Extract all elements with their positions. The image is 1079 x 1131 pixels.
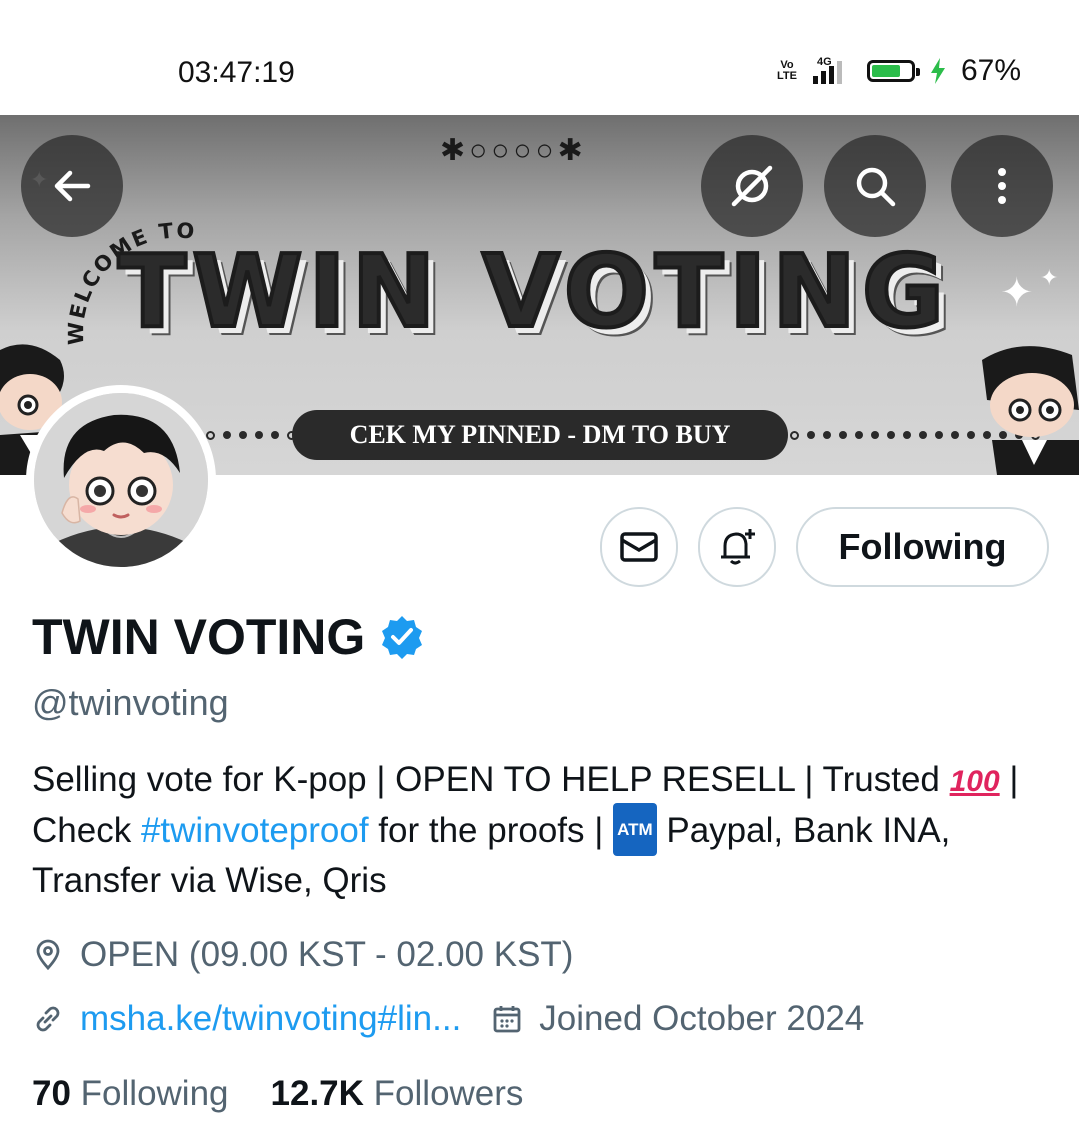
calendar-icon [493,1006,521,1033]
profile-avatar[interactable] [26,385,216,575]
location-pin-icon [36,939,60,971]
following-label: Following [80,1074,229,1113]
profile-meta-row: msha.ke/twinvoting#lin... Joined October… [32,999,864,1039]
hundred-points-icon: 100 [949,765,1000,798]
bio-text: Selling vote for K-pop | OPEN TO HELP RE… [32,760,950,799]
banner-pill: CEK MY PINNED - DM TO BUY [292,410,788,460]
atm-icon: ATM [613,803,657,857]
banner-ornament: ✱○○○○✱ [440,134,587,167]
banner-title: TWIN VOTING [116,231,951,352]
display-name: TWIN VOTING [32,609,366,665]
search-icon [856,167,896,207]
follow-stats: 70 Following 12.7K Followers [32,1074,523,1114]
profile-bio: Selling vote for K-pop | OPEN TO HELP RE… [32,755,1052,905]
arrow-left-icon [54,170,91,202]
followers-label: Followers [373,1074,524,1113]
profile-name: TWIN VOTING [32,608,425,666]
notifications-button[interactable] [698,507,776,587]
banner-dots-left [206,429,296,441]
profile-handle: @twinvoting [32,682,229,723]
profile-website-link[interactable]: msha.ke/twinvoting#lin... [80,999,461,1039]
battery-percent: 67% [960,54,1021,87]
bell-plus-icon [721,529,755,565]
bio-hashtag-link[interactable]: #twinvoteproof [141,811,369,850]
status-indicators: Vo LTE 4G 67% [777,54,1021,88]
volte-icon: Vo LTE [776,59,797,82]
signal-icon: 4G [811,56,853,86]
charging-icon [930,58,945,84]
joined-date: Joined October 2024 [539,999,865,1038]
link-icon [36,1006,60,1032]
following-button[interactable]: Following [796,507,1049,587]
status-bar: 03:47:19 Vo LTE 4G 67% [0,0,1079,115]
profile-location: OPEN (09.00 KST - 02.00 KST) [32,935,573,975]
back-button[interactable] [21,135,123,237]
following-count-link[interactable]: 70 Following [32,1074,229,1114]
location-text: OPEN (09.00 KST - 02.00 KST) [80,935,574,974]
followers-count-link[interactable]: 12.7K Followers [271,1074,524,1114]
more-vertical-icon [998,168,1006,204]
message-button[interactable] [600,507,678,587]
sparkle-icon: ✦ [1040,265,1059,290]
sparkle-icon: ✦ [1000,271,1034,315]
grok-icon [731,165,773,207]
chibi-character-right [982,346,1079,475]
avatar-image [34,393,208,567]
search-button[interactable] [824,135,926,237]
mail-icon [620,532,658,562]
battery-icon [866,60,920,82]
bio-text: for the proofs | [368,811,614,850]
verified-badge-icon[interactable] [379,614,425,660]
following-count: 70 [32,1074,71,1113]
status-time: 03:47:19 [178,56,295,89]
more-options-button[interactable] [951,135,1053,237]
followers-count: 12.7K [270,1074,364,1113]
grok-button[interactable] [701,135,803,237]
